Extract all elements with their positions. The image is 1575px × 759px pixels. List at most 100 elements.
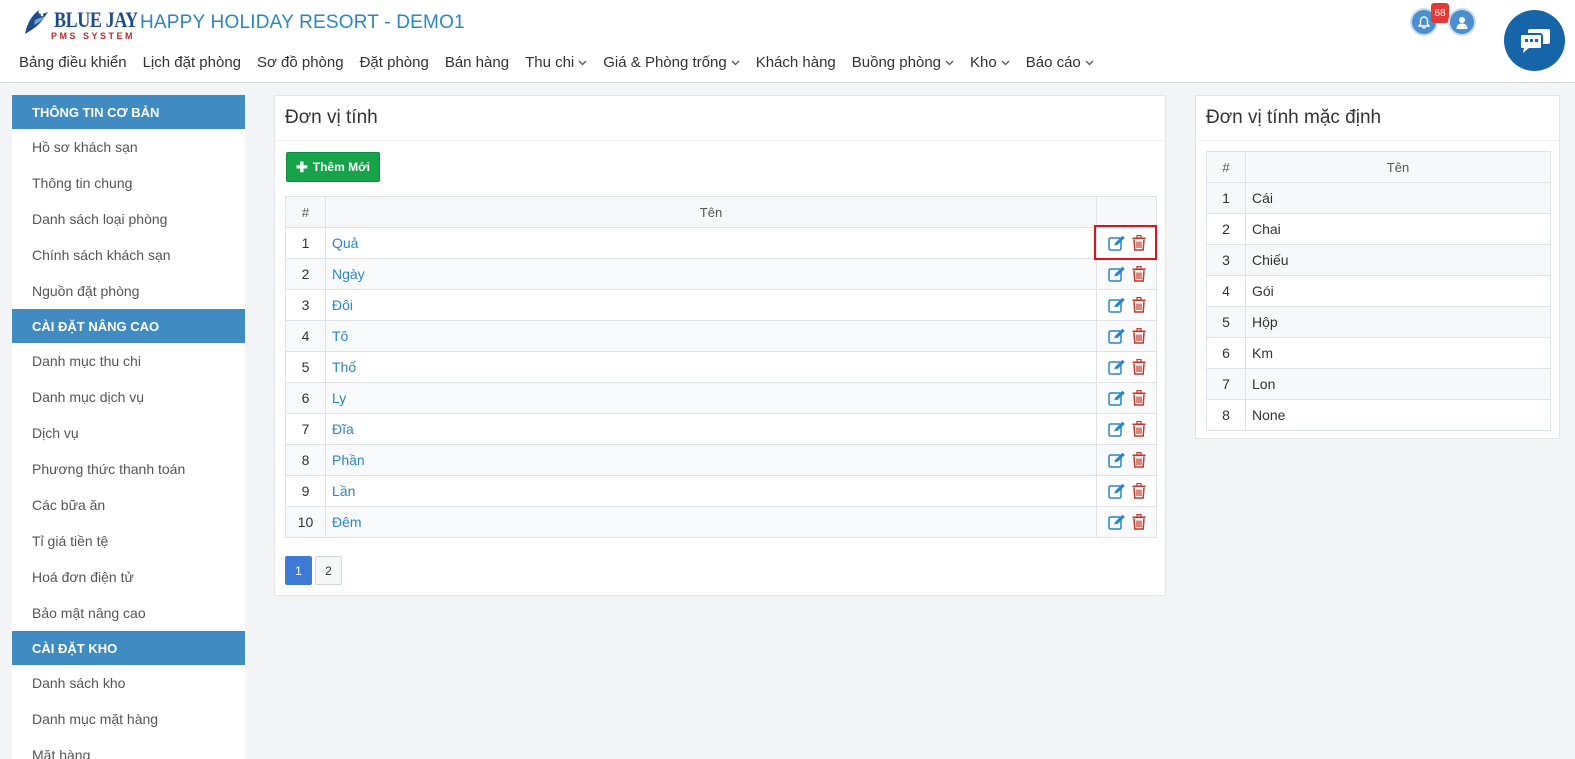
- unit-name-link[interactable]: Ly: [325, 382, 1097, 414]
- edit-icon[interactable]: [1107, 359, 1126, 375]
- unit-name-link[interactable]: Phần: [325, 444, 1097, 476]
- edit-icon[interactable]: [1107, 514, 1126, 530]
- nav-item[interactable]: Lịch đặt phòng: [143, 54, 241, 71]
- unit-name-link[interactable]: Lần: [325, 475, 1097, 507]
- edit-icon[interactable]: [1107, 297, 1126, 313]
- add-new-label: Thêm Mới: [312, 160, 370, 174]
- table-row: 8 Phần: [285, 444, 1157, 476]
- trash-icon[interactable]: [1132, 359, 1146, 375]
- chevron-down-icon: [578, 60, 587, 66]
- table-row: 6 Ly: [285, 382, 1157, 414]
- row-actions: [1096, 351, 1157, 383]
- sidebar-item[interactable]: Hoá đơn điện tử: [12, 559, 245, 595]
- sidebar-item[interactable]: Mặt hàng: [12, 737, 245, 759]
- trash-icon[interactable]: [1132, 483, 1146, 499]
- row-actions: [1096, 475, 1157, 507]
- row-actions: [1096, 506, 1157, 538]
- table-row: 2 Chai: [1206, 213, 1551, 245]
- nav-item-label: Bán hàng: [444, 54, 510, 71]
- action-group: [1103, 514, 1150, 530]
- user-menu-button[interactable]: [1448, 8, 1476, 36]
- unit-name-link[interactable]: Quả: [325, 227, 1097, 259]
- nav-item[interactable]: Bảng điều khiển: [19, 54, 127, 71]
- trash-icon[interactable]: [1132, 452, 1146, 468]
- sidebar-item[interactable]: Danh sách kho: [12, 665, 245, 701]
- chat-icon: [1518, 28, 1550, 53]
- nav-item[interactable]: Sơ đồ phòng: [257, 54, 344, 71]
- nav-item[interactable]: Giá & Phòng trống: [603, 54, 740, 71]
- unit-name-link[interactable]: Đĩa: [325, 413, 1097, 445]
- edit-icon[interactable]: [1107, 452, 1126, 468]
- table-header-row: # Tên: [1206, 151, 1551, 183]
- chat-button[interactable]: [1504, 10, 1565, 71]
- trash-icon[interactable]: [1132, 235, 1146, 251]
- logo-text: BLUE JAY: [54, 7, 138, 32]
- action-group: [1103, 359, 1150, 375]
- sidebar-item[interactable]: Các bữa ăn: [12, 487, 245, 523]
- sidebar-item[interactable]: Thông tin chung: [12, 165, 245, 201]
- unit-name-link[interactable]: Thố: [325, 351, 1097, 383]
- nav-item[interactable]: Kho: [970, 54, 1010, 71]
- sidebar-item[interactable]: Bảo mật nâng cao: [12, 595, 245, 631]
- edit-icon[interactable]: [1107, 328, 1126, 344]
- action-group: [1103, 266, 1150, 282]
- nav-item[interactable]: Báo cáo: [1026, 54, 1094, 71]
- edit-icon[interactable]: [1107, 266, 1126, 282]
- unit-name-link[interactable]: Ngày: [325, 258, 1097, 290]
- sidebar-item[interactable]: Danh sách loại phòng: [12, 201, 245, 237]
- row-number: 1: [1206, 182, 1246, 214]
- table-row: 7 Đĩa: [285, 413, 1157, 445]
- table-row: 9 Lần: [285, 475, 1157, 507]
- unit-name-link[interactable]: Đôi: [325, 289, 1097, 321]
- edit-icon[interactable]: [1107, 483, 1126, 499]
- unit-name-link[interactable]: Đêm: [325, 506, 1097, 538]
- sidebar-item[interactable]: Nguồn đặt phòng: [12, 273, 245, 309]
- nav-item[interactable]: Thu chi: [525, 54, 587, 71]
- table-row: 4 Tô: [285, 320, 1157, 352]
- unit-name: Chai: [1245, 213, 1551, 245]
- nav-item-label: Giá & Phòng trống: [603, 54, 727, 71]
- nav-item-label: Buồng phòng: [851, 54, 942, 71]
- sidebar-item[interactable]: Danh mục mặt hàng: [12, 701, 245, 737]
- trash-icon[interactable]: [1132, 390, 1146, 406]
- trash-icon[interactable]: [1132, 421, 1146, 437]
- row-number: 8: [285, 444, 326, 476]
- page-button[interactable]: 2: [315, 556, 342, 585]
- add-new-button[interactable]: ✚ Thêm Mới: [286, 152, 380, 182]
- row-number: 7: [285, 413, 326, 445]
- table-row: 1 Cái: [1206, 182, 1551, 214]
- user-icon: [1456, 16, 1468, 29]
- row-actions: [1096, 320, 1157, 352]
- sidebar-item[interactable]: Hồ sơ khách sạn: [12, 129, 245, 165]
- trash-icon[interactable]: [1132, 328, 1146, 344]
- logo-subtitle: PMS SYSTEM: [51, 31, 136, 41]
- table-row: 4 Gói: [1206, 275, 1551, 307]
- edit-icon[interactable]: [1107, 390, 1126, 406]
- edit-icon[interactable]: [1107, 235, 1126, 251]
- nav-item[interactable]: Bán hàng: [445, 54, 509, 71]
- row-number: 2: [285, 258, 326, 290]
- row-number: 9: [285, 475, 326, 507]
- unit-name-link[interactable]: Tô: [325, 320, 1097, 352]
- panel-title: Đơn vị tính: [275, 96, 1165, 141]
- sidebar-item[interactable]: Danh mục dịch vụ: [12, 379, 245, 415]
- sidebar-item[interactable]: Phương thức thanh toán: [12, 451, 245, 487]
- edit-icon[interactable]: [1107, 421, 1126, 437]
- action-group: [1103, 483, 1150, 499]
- nav-item[interactable]: Đặt phòng: [360, 54, 429, 71]
- sidebar-item[interactable]: Dịch vụ: [12, 415, 245, 451]
- trash-icon[interactable]: [1132, 514, 1146, 530]
- column-header-number: #: [1206, 151, 1246, 183]
- row-number: 6: [285, 382, 326, 414]
- sidebar-item[interactable]: Danh mục thu chi: [12, 343, 245, 379]
- sidebar-item[interactable]: Chính sách khách sạn: [12, 237, 245, 273]
- nav-item[interactable]: Khách hàng: [756, 54, 836, 71]
- nav-item[interactable]: Buồng phòng: [852, 54, 954, 71]
- page-button[interactable]: 1: [285, 556, 312, 585]
- trash-icon[interactable]: [1132, 266, 1146, 282]
- unit-name: Chiếu: [1245, 244, 1551, 276]
- trash-icon[interactable]: [1132, 297, 1146, 313]
- chevron-down-icon: [1001, 60, 1010, 66]
- brand-logo[interactable]: BLUE JAY PMS SYSTEM: [21, 4, 138, 41]
- sidebar-item[interactable]: Tỉ giá tiền tệ: [12, 523, 245, 559]
